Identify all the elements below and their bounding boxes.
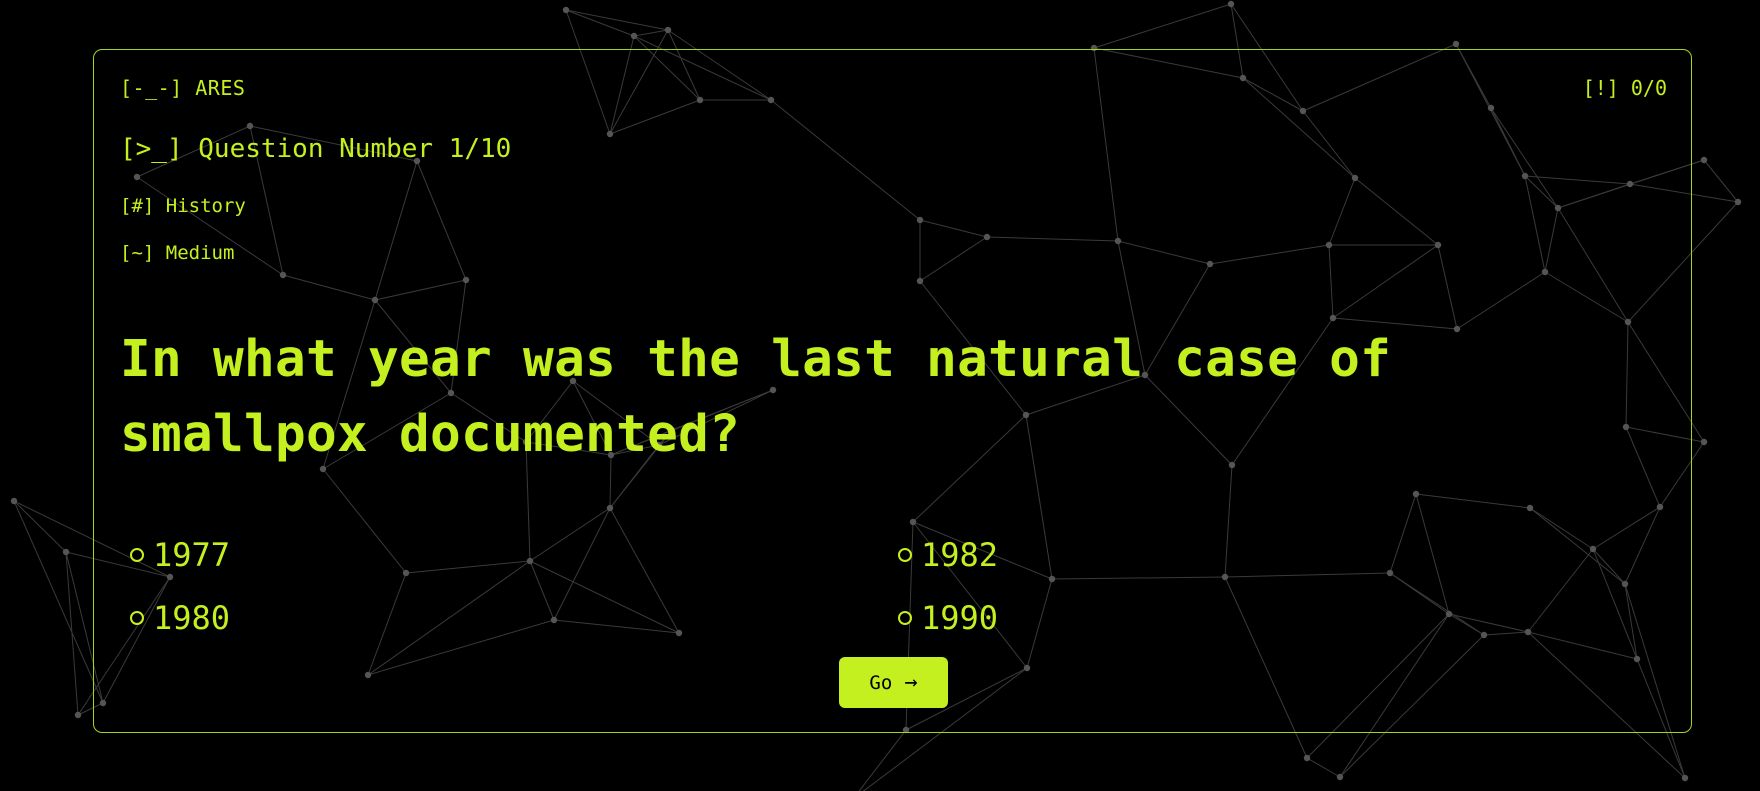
go-button-label: Go (869, 671, 893, 694)
network-node (630, 32, 638, 40)
question-number: [>_] Question Number 1/10 (120, 134, 512, 164)
answer-option-label: 1980 (153, 599, 231, 637)
question-difficulty: [~] Medium (120, 242, 235, 264)
network-edge (13, 500, 67, 553)
answer-option-label: 1990 (921, 599, 999, 637)
network-node (562, 6, 570, 14)
network-edge (565, 9, 635, 37)
network-node (1700, 438, 1708, 446)
network-edge (633, 29, 669, 37)
radio-icon[interactable] (130, 548, 144, 562)
network-node (664, 26, 672, 34)
radio-icon[interactable] (130, 611, 144, 625)
network-edge (13, 500, 104, 704)
network-edge (1703, 159, 1739, 203)
network-node (62, 548, 70, 556)
network-edge (1306, 757, 1341, 778)
network-edge (565, 9, 669, 31)
network-node (1303, 754, 1311, 762)
arrow-right-icon: → (904, 670, 918, 695)
network-node (1681, 774, 1689, 782)
network-node (10, 497, 18, 505)
app-brand: [-_-] ARES (120, 76, 246, 100)
network-edge (1093, 3, 1232, 49)
answer-option[interactable]: 1990 (898, 599, 998, 637)
network-node (1700, 156, 1708, 164)
answer-option-label: 1977 (153, 536, 231, 574)
answer-option-label: 1982 (921, 536, 999, 574)
answer-option[interactable]: 1977 (130, 536, 230, 574)
network-node (1734, 198, 1742, 206)
answer-option[interactable]: 1982 (898, 536, 998, 574)
score-counter: [!] 0/0 (1582, 76, 1667, 100)
question-category: [#] History (120, 195, 246, 217)
network-node (1452, 40, 1460, 48)
network-node (74, 711, 82, 719)
question-text: In what year was the last natural case o… (120, 330, 1392, 464)
radio-icon[interactable] (898, 548, 912, 562)
network-node (1336, 773, 1344, 781)
quiz-card: [-_-] ARES [!] 0/0 [>_] Question Number … (93, 49, 1692, 733)
answer-option[interactable]: 1980 (130, 599, 230, 637)
network-node (1227, 0, 1235, 8)
network-edge (858, 729, 907, 791)
go-button[interactable]: Go → (839, 657, 948, 708)
radio-icon[interactable] (898, 611, 912, 625)
